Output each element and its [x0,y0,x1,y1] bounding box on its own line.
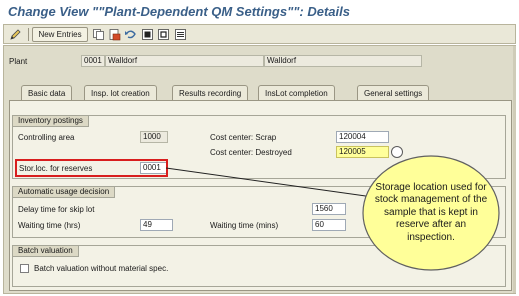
waiting-time-hrs-label: Waiting time (hrs) [18,221,81,230]
tab-results-recording[interactable]: Results recording [172,85,249,101]
undo-icon[interactable] [124,28,137,41]
cost-center-destroyed-label: Cost center: Destroyed [210,148,292,157]
tab-basic-data[interactable]: Basic data [21,85,73,101]
cost-center-scrap-input[interactable]: 120004 [336,131,389,143]
waiting-time-hrs-input[interactable]: 49 [140,219,173,231]
tab-insp-lot-creation[interactable]: Insp. lot creation [84,85,157,101]
edit-pencil-icon[interactable] [9,28,22,41]
page-title: Change View ""Plant-Dependent QM Setting… [8,4,350,19]
toolbar-separator [28,28,29,41]
new-entries-button[interactable]: New Entries [32,27,88,42]
automatic-usage-decision-title: Automatic usage decision [13,187,116,198]
tab-inslot-completion[interactable]: InsLot completion [258,85,335,101]
waiting-time-mins-input[interactable]: 60 [312,219,346,231]
callout-text: Storage location used for stock manageme… [374,181,488,243]
delay-time-input[interactable]: 1560 [312,203,346,215]
plant-label: Plant [9,57,28,66]
right-edge-scrollbar[interactable] [513,46,516,293]
controlling-area-label: Controlling area [18,133,75,142]
delete-icon[interactable] [108,28,121,41]
batch-valuation-checkbox-label: Batch valuation without material spec. [34,264,169,273]
tab-general-settings[interactable]: General settings [357,85,430,101]
batch-valuation-checkbox[interactable] [20,264,29,273]
stor-loc-highlight-box [15,159,168,177]
application-toolbar: New Entries [3,24,516,44]
waiting-time-mins-label: Waiting time (mins) [210,221,279,230]
plant-name-field: Walldorf [105,55,264,67]
plant-city-field: Walldorf [264,55,422,67]
plant-code-field: 0001 [81,55,105,67]
copy-icon[interactable] [92,28,105,41]
next-entry-icon[interactable] [157,28,170,41]
previous-entry-icon[interactable] [141,28,154,41]
controlling-area-field: 1000 [140,131,168,143]
value-help-icon[interactable] [391,146,403,158]
cost-center-destroyed-input[interactable]: 120005 [336,146,389,158]
inventory-postings-title: Inventory postings [13,116,89,127]
select-all-icon[interactable] [174,28,187,41]
delay-time-label: Delay time for skip lot [18,205,95,214]
batch-valuation-title: Batch valuation [13,246,79,257]
cost-center-scrap-label: Cost center: Scrap [210,133,277,142]
